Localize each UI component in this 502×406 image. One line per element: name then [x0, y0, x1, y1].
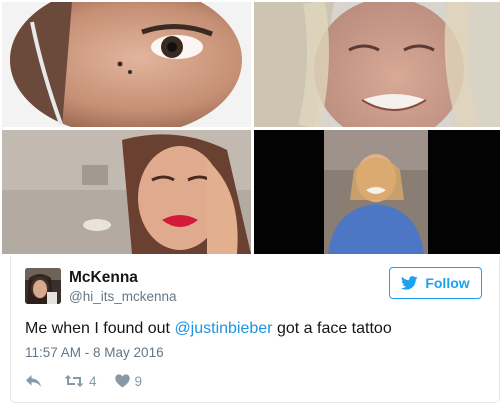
tweet-card: McKenna @hi_its_mckenna Follow Me when I… [10, 257, 500, 403]
author-avatar[interactable] [25, 268, 61, 304]
heart-icon [114, 374, 130, 388]
retweet-icon [64, 375, 84, 387]
author-handle[interactable]: @hi_its_mckenna [69, 289, 177, 304]
tweet-text-before: Me when I found out [25, 320, 175, 337]
media-grid [0, 0, 502, 256]
twitter-bird-icon [401, 276, 418, 290]
reply-icon [26, 375, 41, 387]
like-button[interactable]: 9 [114, 373, 143, 389]
media-image-4[interactable] [254, 130, 500, 254]
media-image-2[interactable] [254, 2, 500, 127]
tweet-text: Me when I found out @justinbieber got a … [25, 320, 392, 338]
retweet-button[interactable]: 4 [64, 374, 97, 389]
mention-link[interactable]: @justinbieber [174, 320, 272, 337]
tweet-text-after: got a face tattoo [272, 320, 392, 337]
follow-button-label: Follow [425, 275, 470, 291]
media-image-3[interactable] [2, 130, 251, 254]
reply-button[interactable] [25, 374, 42, 388]
follow-button[interactable]: Follow [389, 267, 482, 299]
retweet-count: 4 [89, 373, 97, 389]
author-display-name[interactable]: McKenna [69, 269, 138, 287]
tweet-timestamp[interactable]: 11:57 AM - 8 May 2016 [25, 345, 164, 360]
like-count: 9 [134, 373, 143, 389]
tweet-actions: 4 9 [25, 372, 142, 390]
media-image-1[interactable] [2, 2, 251, 127]
